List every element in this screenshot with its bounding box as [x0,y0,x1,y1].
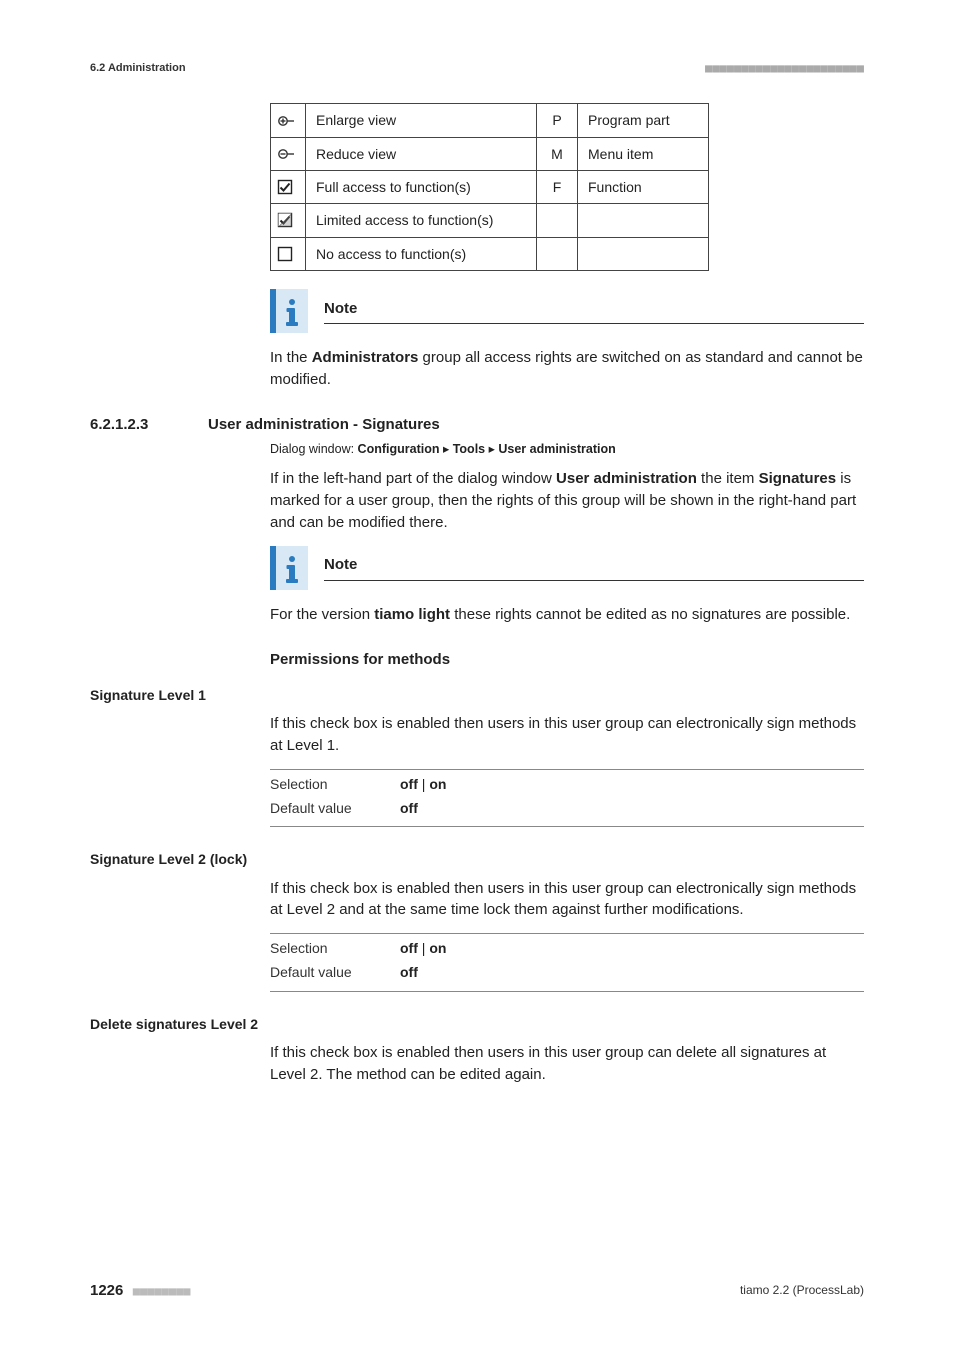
table-row: Enlarge view P Program part [271,104,709,137]
intro-paragraph: If in the left-hand part of the dialog w… [270,468,864,533]
table-row: Limited access to function(s) [271,204,709,237]
table-row: No access to function(s) [271,237,709,270]
section-title: User administration - Signatures [208,414,440,436]
legend-label: Full access to function(s) [306,170,537,203]
legend-desc: Function [578,170,709,203]
header-dots: ■■■■■■■■■■■■■■■■■■■■■■ [705,60,864,77]
section-path: 6.2 Administration [90,61,186,77]
section-number: 6.2.1.2.3 [90,414,180,436]
param-title-del2: Delete signatures Level 2 [90,1014,864,1034]
legend-label: No access to function(s) [306,237,537,270]
table-row: Reduce view M Menu item [271,137,709,170]
enlarge-icon [271,104,306,137]
selection-value: off | on [400,772,830,796]
default-value: off [400,796,830,820]
reduce-icon [271,137,306,170]
param-title-sig1: Signature Level 1 [90,685,864,705]
check-full-icon [271,170,306,203]
permissions-heading: Permissions for methods [270,649,864,671]
note-block: Note In the Administrators group all acc… [270,289,864,391]
note-block: Note For the version tiamo light these r… [270,546,864,626]
legend-desc [578,237,709,270]
legend-code: M [537,137,578,170]
legend-code [537,237,578,270]
param-table: Selectionoff | on Default valueoff [270,772,830,821]
note-title: Note [324,298,864,324]
legend-desc [578,204,709,237]
legend-desc: Menu item [578,137,709,170]
legend-desc: Program part [578,104,709,137]
check-partial-icon [271,204,306,237]
param-desc: If this check box is enabled then users … [270,1042,864,1086]
legend-label: Limited access to function(s) [306,204,537,237]
section-heading: 6.2.1.2.3 User administration - Signatur… [90,414,864,436]
info-icon [270,289,308,333]
param-desc: If this check box is enabled then users … [270,713,864,757]
legend-code: P [537,104,578,137]
param-title-sig2: Signature Level 2 (lock) [90,849,864,869]
param-table: Selectionoff | on Default valueoff [270,936,830,985]
page-header: 6.2 Administration ■■■■■■■■■■■■■■■■■■■■■… [90,60,864,77]
legend-label: Enlarge view [306,104,537,137]
legend-label: Reduce view [306,137,537,170]
note-title: Note [324,554,864,580]
legend-code: F [537,170,578,203]
default-value: off [400,960,830,984]
note-body: In the Administrators group all access r… [270,347,864,391]
legend-code [537,204,578,237]
param-desc: If this check box is enabled then users … [270,878,864,922]
default-label: Default value [270,796,400,820]
table-row: Full access to function(s) F Function [271,170,709,203]
legend-table: Enlarge view P Program part Reduce view … [270,103,709,270]
footer-dots: ■■■■■■■■ [133,1284,191,1298]
product-name: tiamo 2.2 (ProcessLab) [740,1282,864,1299]
dialog-path: Dialog window: Configuration ▸ Tools ▸ U… [270,440,864,458]
selection-label: Selection [270,936,400,960]
info-icon [270,546,308,590]
check-none-icon [271,237,306,270]
default-label: Default value [270,960,400,984]
page-footer: 1226 ■■■■■■■■ tiamo 2.2 (ProcessLab) [90,1280,864,1302]
selection-value: off | on [400,936,830,960]
selection-label: Selection [270,772,400,796]
page-number: 1226 [90,1282,123,1299]
note-body: For the version tiamo light these rights… [270,604,864,626]
